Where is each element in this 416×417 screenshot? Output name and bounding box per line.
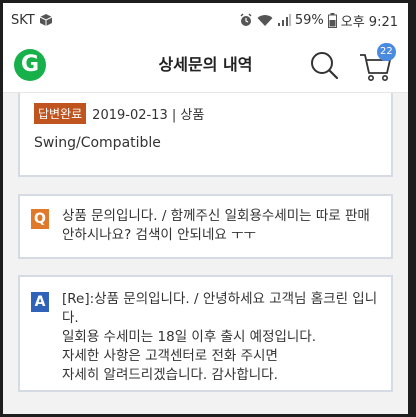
question-card: Q 상품 문의입니다. / 함께주신 일회용수세미는 따로 판매 안하시나요? … xyxy=(18,194,393,259)
wifi-icon xyxy=(257,14,273,26)
answer-line: 다. xyxy=(62,310,79,326)
question-line: 상품 문의입니다. / 함께주신 일회용수세미는 따로 판매 xyxy=(62,208,370,224)
search-button[interactable] xyxy=(309,50,339,80)
product-name: Swing/Compatible xyxy=(34,135,161,151)
search-icon xyxy=(311,52,339,80)
status-badge: 답변완료 xyxy=(34,103,87,124)
answer-line: 일회용 수세미는 18일 이후 출시 예정입니다. xyxy=(62,329,317,345)
clock-time: 오후 9:21 xyxy=(340,14,398,30)
page-title: 상세문의 내역 xyxy=(158,55,253,74)
question-icon: Q xyxy=(31,209,49,229)
answer-line: 자세히 알려드리겠습니다. 감사합니다. xyxy=(62,367,278,383)
status-bar: SKT 59% 오후 9:21 xyxy=(3,3,408,37)
battery-icon xyxy=(327,12,337,28)
phone-screen: SKT 59% 오후 9:21 G 상세문의 내역 22 답변완료 2019-0… xyxy=(3,3,408,414)
question-line: 안하시나요? 검색이 안되네요 ㅜㅜ xyxy=(62,227,256,243)
answer-line: [Re]:상품 문의입니다. / 안녕하세요 고객님 홈크린 입니 xyxy=(62,291,378,307)
answer-icon: A xyxy=(31,292,49,312)
app-header: G 상세문의 내역 22 xyxy=(3,37,408,93)
inquiry-meta: 2019-02-13 | 상품 xyxy=(92,108,205,123)
inquiry-summary-card: 답변완료 2019-02-13 | 상품 Swing/Compatible xyxy=(18,93,393,177)
signal-icon xyxy=(277,13,291,26)
answer-text: [Re]:상품 문의입니다. / 안녕하세요 고객님 홈크린 입니 다. 일회용… xyxy=(62,290,381,385)
question-text: 상품 문의입니다. / 함께주신 일회용수세미는 따로 판매 안하시나요? 검색… xyxy=(62,207,381,245)
carrier-label: SKT xyxy=(11,12,35,28)
box-notification-icon xyxy=(39,14,52,26)
answer-card: A [Re]:상품 문의입니다. / 안녕하세요 고객님 홈크린 입니 다. 일… xyxy=(18,275,393,392)
alarm-icon xyxy=(240,13,252,26)
cart-button[interactable]: 22 xyxy=(359,43,396,83)
battery-percent: 59% xyxy=(294,12,324,28)
cart-count-badge: 22 xyxy=(377,43,396,61)
answer-line: 자세한 사항은 고객센터로 전화 주시면 xyxy=(62,348,278,364)
